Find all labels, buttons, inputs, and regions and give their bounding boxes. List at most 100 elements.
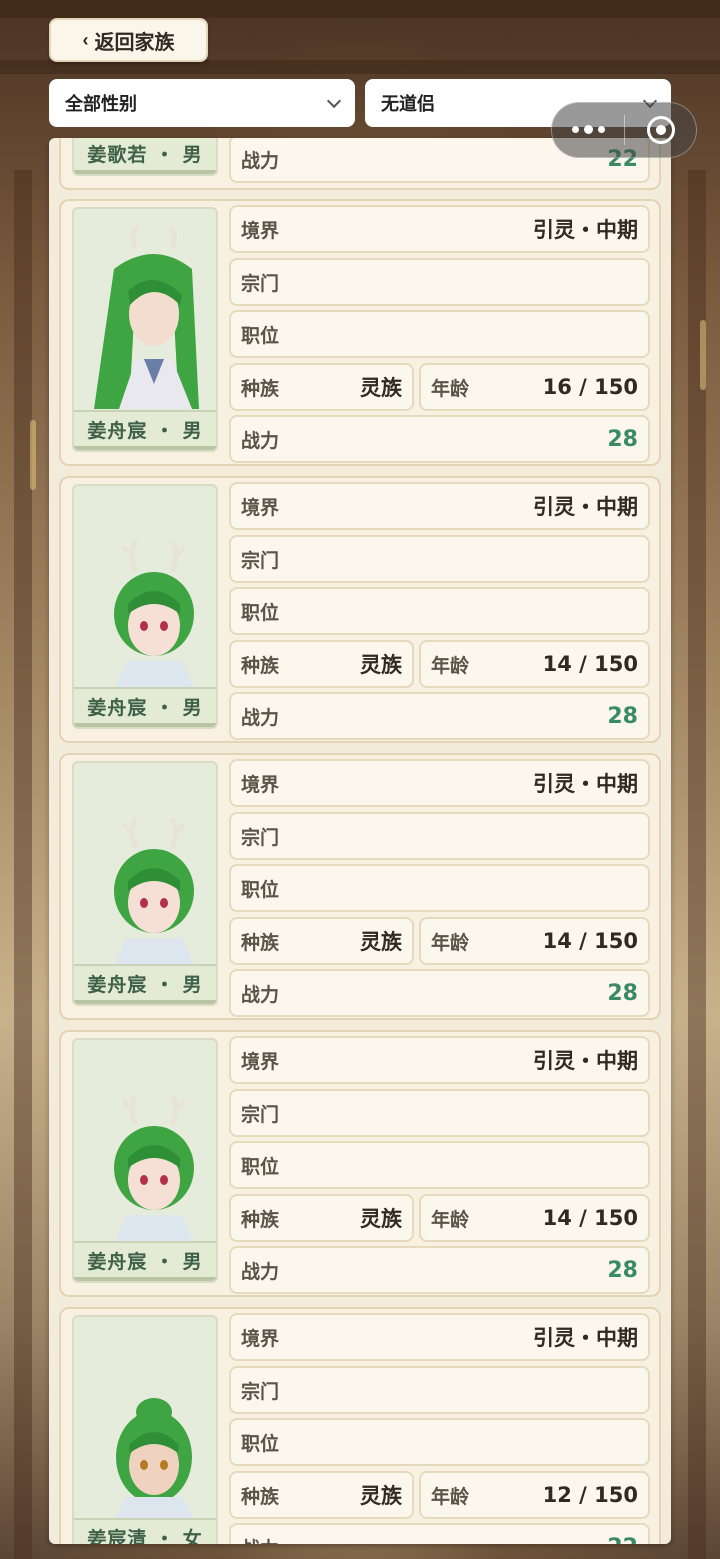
age-row: 年龄 16 / 150 <box>419 363 650 411</box>
realm-row: 境界 引灵・中期 <box>229 205 650 253</box>
power-label: 战力 <box>241 429 280 452</box>
race-label: 种族 <box>241 1208 280 1231</box>
power-row: 战力 28 <box>229 692 650 740</box>
realm-row: 境界 引灵・中期 <box>229 759 650 807</box>
realm-label: 境界 <box>241 1050 280 1073</box>
age-row: 年龄 14 / 150 <box>419 1194 650 1242</box>
more-dots-icon[interactable] <box>552 125 624 134</box>
race-row: 种族 灵族 <box>229 1194 414 1242</box>
position-row: 职位 <box>229 587 650 635</box>
realm-row: 境界 引灵・中期 <box>229 1036 650 1084</box>
sect-row: 宗门 <box>229 812 650 860</box>
child-portrait <box>114 816 196 968</box>
member-gender: 男 <box>182 1250 203 1273</box>
member-portrait: 姜舟宸 ・ 男 <box>72 1038 218 1283</box>
race-row: 种族 灵族 <box>229 363 414 411</box>
realm-value: 引灵・中期 <box>533 495 638 519</box>
sect-row: 宗门 <box>229 1366 650 1414</box>
power-row: 战力 22 <box>229 1523 650 1544</box>
position-label: 职位 <box>241 878 280 901</box>
age-label: 年龄 <box>431 377 470 400</box>
sect-label: 宗门 <box>241 549 280 572</box>
sect-label: 宗门 <box>241 1380 280 1403</box>
age-label: 年龄 <box>431 1208 470 1231</box>
power-row: 战力 28 <box>229 969 650 1017</box>
member-card[interactable]: 姜舟宸 ・ 男 境界 引灵・中期 宗门 职位 种族 灵族 年龄 14 / 150… <box>59 1030 661 1297</box>
member-gender: 女 <box>182 1527 203 1545</box>
power-label: 战力 <box>241 149 280 172</box>
gender-filter-select[interactable]: 全部性别 <box>49 79 355 127</box>
realm-value: 引灵・中期 <box>533 1049 638 1073</box>
power-label: 战力 <box>241 1534 279 1545</box>
position-row: 职位 <box>229 1141 650 1189</box>
chevron-left-icon: ‹ <box>82 29 89 50</box>
power-value: 28 <box>607 426 638 452</box>
age-label: 年龄 <box>431 1485 470 1508</box>
member-name-bar: 姜舟宸 ・ 男 <box>74 687 216 727</box>
age-value: 14 / 150 <box>542 652 638 676</box>
realm-label: 境界 <box>241 219 280 242</box>
long-hair-man-portrait <box>94 225 199 409</box>
member-card[interactable]: 姜舟宸 ・ 男 境界 引灵・中期 宗门 职位 种族 灵族 年龄 14 / 150… <box>59 753 661 1020</box>
member-portrait: 姜舟宸 ・ 男 <box>72 207 218 452</box>
member-gender: 男 <box>182 143 203 166</box>
position-label: 职位 <box>241 1432 280 1455</box>
back-button-label: 返回家族 <box>94 31 175 54</box>
race-label: 种族 <box>241 654 280 677</box>
age-label: 年龄 <box>431 931 470 954</box>
sect-row: 宗门 <box>229 258 650 306</box>
power-value: 28 <box>607 1257 638 1283</box>
race-row: 种族 灵族 <box>229 640 414 688</box>
power-label: 战力 <box>241 706 280 729</box>
member-name-bar: 姜宸清 ・ 女 <box>74 1518 216 1544</box>
member-name: 姜宸清 <box>87 1527 148 1545</box>
member-portrait: 姜舟宸 ・ 男 <box>72 484 218 729</box>
sect-row: 宗门 <box>229 1089 650 1137</box>
sect-label: 宗门 <box>241 1103 280 1126</box>
bg-beam <box>0 0 720 18</box>
member-card[interactable]: 姜宸清 ・ 女 境界 引灵・中期 宗门 职位 种族 灵族 年龄 12 / 150… <box>59 1307 661 1544</box>
power-row: 战力 28 <box>229 415 650 463</box>
sect-label: 宗门 <box>241 272 280 295</box>
sect-row: 宗门 <box>229 535 650 583</box>
realm-label: 境界 <box>241 1327 280 1350</box>
age-label: 年龄 <box>431 654 470 677</box>
member-gender: 男 <box>182 419 203 442</box>
realm-value: 引灵・中期 <box>533 772 638 796</box>
position-row: 职位 <box>229 1418 650 1466</box>
member-card[interactable]: 姜舟宸 ・ 男 境界 引灵・中期 宗门 职位 种族 灵族 年龄 16 / 150… <box>59 199 661 466</box>
race-row: 种族 灵族 <box>229 1471 414 1519</box>
member-list[interactable]: 姜歌若 ・ 男 战力 22 姜舟宸 ・ 男 境界 引灵・中期 宗门 职位 种族 … <box>49 138 671 1544</box>
bg-lantern <box>30 420 36 490</box>
race-value: 灵族 <box>360 1207 402 1231</box>
position-label: 职位 <box>241 324 280 347</box>
power-value: 28 <box>607 703 638 729</box>
position-row: 职位 <box>229 864 650 912</box>
power-label: 战力 <box>241 983 280 1006</box>
race-label: 种族 <box>241 377 280 400</box>
realm-label: 境界 <box>241 496 280 519</box>
realm-row: 境界 引灵・中期 <box>229 482 650 530</box>
race-label: 种族 <box>241 931 280 954</box>
race-value: 灵族 <box>360 930 402 954</box>
position-row: 职位 <box>229 310 650 358</box>
member-name-bar: 姜歌若 ・ 男 <box>74 138 216 174</box>
child-portrait <box>114 539 196 691</box>
close-miniprogram-button[interactable] <box>625 116 696 144</box>
sect-label: 宗门 <box>241 826 280 849</box>
race-value: 灵族 <box>360 1484 402 1508</box>
race-value: 灵族 <box>360 653 402 677</box>
girl-portrait <box>114 1398 196 1522</box>
race-row: 种族 灵族 <box>229 917 414 965</box>
bg-pillar <box>14 170 32 1559</box>
age-row: 年龄 12 / 150 <box>419 1471 650 1519</box>
target-circle-icon <box>646 116 675 144</box>
member-name: 姜舟宸 <box>87 696 148 719</box>
member-card[interactable]: 姜舟宸 ・ 男 境界 引灵・中期 宗门 职位 种族 灵族 年龄 14 / 150… <box>59 476 661 743</box>
gender-filter-value: 全部性别 <box>65 94 137 115</box>
back-to-family-button[interactable]: ‹ 返回家族 <box>49 18 208 62</box>
power-row: 战力 28 <box>229 1246 650 1294</box>
age-value: 16 / 150 <box>542 375 638 399</box>
realm-value: 引灵・中期 <box>533 1326 638 1350</box>
member-gender: 男 <box>182 696 203 719</box>
